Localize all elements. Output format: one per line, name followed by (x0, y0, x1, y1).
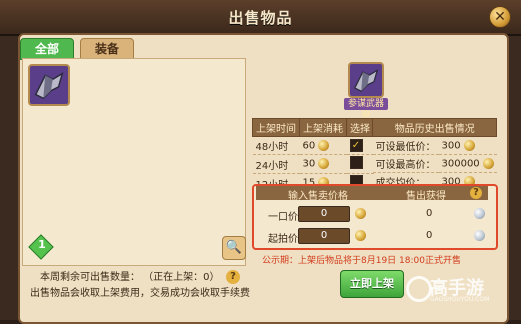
history-label: 可设最高价： (372, 154, 439, 173)
start-price-label: 起拍价 (268, 234, 298, 245)
silver-coin-icon (474, 230, 485, 241)
price-input-header: 输入售卖价格 售出获得 ? (256, 186, 488, 202)
gold-coin-icon (318, 139, 330, 151)
gold-coin-icon (355, 208, 366, 219)
buyout-price-input[interactable]: 0 (298, 206, 350, 222)
duration: 24小时 (252, 154, 300, 174)
publicity-notice: 公示期：上架后物品将于8月19日 18:00正式开售 (262, 256, 461, 266)
watermark-subtext: GAOSHOUYOU.COM (430, 296, 490, 303)
income-header: 售出获得 (406, 191, 446, 202)
item-name: 参谋武器甲 (344, 98, 388, 121)
price-history-table: 物品历史出售情况 可设最低价： 300 可设最高价： 300000 成交均价： … (371, 118, 498, 191)
buyout-label: 一口价 (268, 212, 298, 223)
gold-coin-icon (463, 139, 475, 151)
cost: 60 (302, 140, 316, 152)
weapon-icon (34, 72, 64, 100)
cost: 30 (302, 158, 316, 170)
start-price-input[interactable]: 0 (298, 228, 350, 244)
selected-item-slot (348, 62, 384, 98)
watermark-logo-icon (406, 276, 432, 302)
silver-coin-icon (474, 208, 485, 219)
column-header: 上架时间 (252, 118, 300, 137)
table-row: 可设最高价： 300000 (372, 154, 497, 173)
gold-coin-icon (482, 157, 494, 169)
table-row[interactable]: 48小时 60 ✓ (252, 136, 374, 155)
fee-info-text: 出售物品会收取上架费用，交易成功会收取手续费 (30, 288, 250, 299)
tab-all[interactable]: 全部 (20, 38, 75, 60)
weekly-remaining-text: 本周剩余可出售数量： （正在上架：0） (40, 272, 220, 283)
close-button[interactable]: ✕ (489, 6, 511, 28)
help-icon[interactable]: ? (470, 187, 482, 199)
column-header: 上架消耗 (299, 118, 347, 137)
select-checkbox[interactable] (349, 156, 363, 169)
window-title: 出售物品 (228, 9, 293, 27)
start-income: 0 (426, 230, 433, 241)
table-row: 可设最低价： 300 (372, 136, 497, 155)
column-header: 物品历史出售情况 (371, 118, 498, 137)
table-row[interactable]: 24小时 30 (252, 154, 374, 174)
weapon-icon (353, 69, 379, 92)
select-checkbox[interactable]: ✓ (349, 139, 363, 152)
gold-coin-icon (355, 230, 366, 241)
input-price-header: 输入售卖价格 (288, 191, 348, 202)
listing-duration-table: 上架时间 上架消耗 选择 48小时 60 ✓ 24小时 30 12小时 15 (252, 118, 374, 193)
category-tabs: 全部 装备 (20, 38, 135, 60)
inventory-slot[interactable] (28, 64, 70, 106)
gold-coin-icon (318, 158, 330, 170)
search-button[interactable]: 🔍 (222, 236, 246, 260)
buyout-income: 0 (426, 208, 433, 219)
history-label: 可设最低价： (372, 136, 439, 155)
duration: 48小时 (252, 136, 300, 155)
tab-equipment[interactable]: 装备 (80, 38, 135, 60)
history-value: 300000 (441, 158, 480, 170)
gem-count: 1 (38, 238, 46, 251)
list-now-button[interactable]: 立即上架 (340, 270, 404, 298)
help-icon[interactable]: ? (226, 270, 240, 284)
column-header: 选择 (346, 118, 374, 137)
history-value: 300 (441, 140, 461, 152)
